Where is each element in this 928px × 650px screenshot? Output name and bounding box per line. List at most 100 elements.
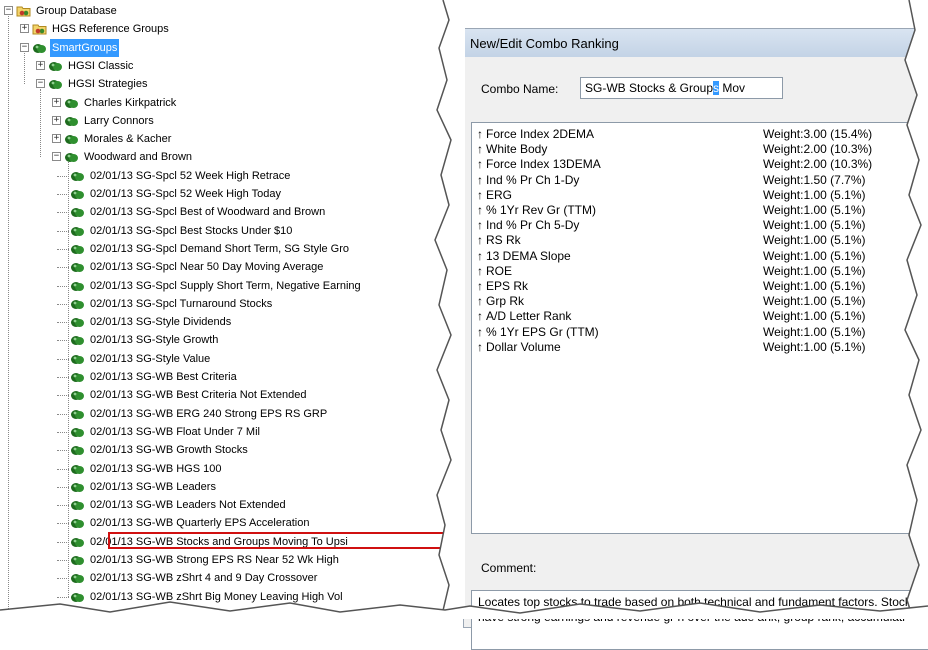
- tree-node-label: 02/01/13 SG-Spcl 52 Week High Today: [90, 188, 281, 200]
- ranking-factor-item[interactable]: ↑ Force Index 2DEMA Weight:3.00 (15.4%): [474, 127, 928, 142]
- ranking-factor-item[interactable]: ↑ A/D Letter Rank Weight:1.00 (5.1%): [474, 309, 928, 324]
- ranking-factor-item[interactable]: ↑ Force Index 13DEMA Weight:2.00 (10.3%): [474, 157, 928, 172]
- smartgroup-icon: [70, 463, 85, 475]
- tree-node[interactable]: 02/01/13 SG-Spcl Best of Woodward and Br…: [0, 203, 440, 221]
- ranking-factor-item[interactable]: ↑ White Body Weight:2.00 (10.3%): [474, 142, 928, 157]
- tree-node[interactable]: 02/01/13 SG-WB Leaders Not Extended: [0, 496, 440, 514]
- smartgroup-icon: [70, 426, 85, 438]
- ranking-factor-item[interactable]: ↑ RS Rk Weight:1.00 (5.1%): [474, 233, 928, 248]
- ranking-factor-item[interactable]: ↑% 1Yr EPS Gr (TTM) Weight:1.00 (5.1%): [474, 325, 928, 340]
- tree-node[interactable]: 02/01/13 SG-Spcl Near 50 Day Moving Aver…: [0, 258, 440, 276]
- tree-node-label: 02/01/13 SG-WB Float Under 7 Mil: [90, 425, 260, 438]
- tree-node[interactable]: 02/01/13 SG-WB HGS 100: [0, 460, 440, 478]
- up-arrow-icon: ↑: [477, 233, 483, 248]
- folder-group-icon: [16, 5, 31, 17]
- smartgroup-icon: [70, 280, 85, 292]
- up-arrow-icon: ↑: [477, 157, 483, 172]
- factor-weight: Weight:2.00 (10.3%): [763, 157, 873, 172]
- tree-node-label: HGSI Strategies: [68, 78, 148, 91]
- collapse-toggle-icon[interactable]: −: [36, 79, 45, 89]
- expand-toggle-icon[interactable]: +: [52, 134, 61, 144]
- tree-node[interactable]: 02/01/13 SG-Style Growth: [0, 331, 440, 349]
- up-arrow-icon: ↑: [477, 172, 483, 187]
- tree-node[interactable]: 02/01/13 SG-Style Dividends: [0, 313, 440, 331]
- expand-toggle-icon[interactable]: +: [52, 115, 61, 125]
- tree-node-label: 02/01/13 SG-Spcl Best of Woodward and Br…: [90, 206, 326, 219]
- combo-ranking-dialog: New/Edit Combo Ranking Combo Name: SG-WB…: [463, 28, 928, 650]
- tree-node[interactable]: + Charles Kirkpatrick: [0, 94, 440, 112]
- tree-node[interactable]: 02/01/13 SG-Spcl 52 Week High Today: [0, 185, 440, 203]
- smartgroup-icon: [64, 151, 79, 163]
- tree-node-label: 02/01/13 SG-WB HGS 100: [90, 462, 222, 475]
- collapse-toggle-icon[interactable]: −: [4, 6, 13, 15]
- tree-node[interactable]: 02/01/13 SG-WB Best Criteria: [0, 368, 440, 386]
- combo-name-input[interactable]: SG-WB Stocks & Groups Mov: [580, 77, 783, 99]
- tree-node-label: 02/01/13 SG-WB Leaders Not Extended: [90, 499, 286, 512]
- tree-node[interactable]: 02/01/13 SG-Spcl Best Stocks Under $10: [0, 222, 440, 240]
- tree-node-label: 02/01/13 SG-Spcl 52 Week High Retrace: [90, 169, 291, 182]
- smartgroup-icon: [70, 243, 85, 255]
- smartgroup-icon: [70, 572, 85, 584]
- smartgroup-icon: [70, 444, 85, 456]
- tree-node[interactable]: + Larry Connors: [0, 112, 440, 130]
- tree-node[interactable]: + HGSI Classic: [0, 57, 440, 75]
- factor-name: 13 DEMA Slope: [486, 248, 571, 263]
- smartgroup-icon: [70, 261, 85, 273]
- tree-node-label: 02/01/13 SG-Spcl Turnaround Stocks: [90, 297, 273, 310]
- tree-node[interactable]: 02/01/13 SG-WB Leaders: [0, 478, 440, 496]
- tree-node[interactable]: 02/01/13 SG-Spcl Supply Short Term, Nega…: [0, 277, 440, 295]
- ranking-factor-item[interactable]: ↑ ERG Weight:1.00 (5.1%): [474, 188, 928, 203]
- tree-node-label: 02/01/13 SG-Spcl Demand Short Term, SG S…: [90, 242, 350, 255]
- ranking-factor-item[interactable]: ↑ Grp Rk Weight:1.00 (5.1%): [474, 294, 928, 309]
- collapse-toggle-icon[interactable]: −: [20, 42, 29, 52]
- tree-node-label: 02/01/13 SG-Style Value: [90, 352, 211, 365]
- factor-weight: Weight:2.00 (10.3%): [763, 142, 873, 157]
- ranking-factor-item[interactable]: ↑% 1Yr Rev Gr (TTM) Weight:1.00 (5.1%): [474, 203, 928, 218]
- tree-node[interactable]: 02/01/13 SG-WB zShrt 4 and 9 Day Crossov…: [0, 569, 440, 587]
- tree-node[interactable]: − HGSI Strategies: [0, 75, 440, 93]
- tree-node[interactable]: − Group Database: [0, 2, 440, 20]
- collapse-toggle-icon[interactable]: −: [52, 152, 61, 162]
- expand-toggle-icon[interactable]: +: [20, 24, 29, 34]
- smartgroup-icon: [70, 353, 85, 365]
- expand-toggle-icon[interactable]: +: [36, 60, 45, 70]
- tree-node[interactable]: − SmartGroups: [0, 38, 440, 57]
- factor-name: Grp Rk: [486, 294, 525, 309]
- ranking-factor-item[interactable]: ↑ EPS Rk Weight:1.00 (5.1%): [474, 279, 928, 294]
- up-arrow-icon: ↑: [477, 309, 483, 324]
- expand-toggle-icon[interactable]: +: [52, 97, 61, 107]
- up-arrow-icon: ↑: [477, 263, 483, 278]
- tree-node[interactable]: 02/01/13 SG-WB Strong EPS RS Near 52 Wk …: [0, 551, 440, 569]
- smartgroup-icon: [32, 42, 47, 54]
- tree-node[interactable]: 02/01/13 SG-WB Best Criteria Not Extende…: [0, 386, 440, 404]
- tree-node[interactable]: 02/01/13 SG-WB Quarterly EPS Acceleratio…: [0, 514, 440, 532]
- smartgroup-icon: [70, 316, 85, 328]
- tree-node[interactable]: − Woodward and Brown: [0, 148, 440, 166]
- tree-node[interactable]: + HGS Reference Groups: [0, 20, 440, 38]
- ranking-factor-item[interactable]: ↑ Ind % Pr Ch 1-Dy Weight:1.50 (7.7%): [474, 173, 928, 188]
- ranking-factor-item[interactable]: ↑ Dollar Volume Weight:1.00 (5.1%): [474, 340, 928, 355]
- smartgroup-icon: [70, 517, 85, 529]
- tree-node-label: 02/01/13 SG-WB Strong EPS RS Near 52 Wk …: [90, 554, 339, 566]
- tree-node[interactable]: 02/01/13 SG-WB Float Under 7 Mil: [0, 423, 440, 441]
- ranking-factor-item[interactable]: ↑ 13 DEMA Slope Weight:1.00 (5.1%): [474, 249, 928, 264]
- smartgroup-icon: [48, 78, 63, 90]
- factor-weight: Weight:1.00 (5.1%): [763, 233, 866, 248]
- tree-node[interactable]: 02/01/13 SG-WB Growth Stocks: [0, 441, 440, 459]
- tree-node[interactable]: + Morales & Kacher: [0, 130, 440, 148]
- factor-name: Dollar Volume: [486, 339, 561, 354]
- smartgroup-icon: [64, 115, 79, 127]
- factor-weight: Weight:1.00 (5.1%): [763, 218, 866, 233]
- group-tree[interactable]: − Group Database + HGS Reference Groups − Sma…: [0, 0, 445, 619]
- tree-node[interactable]: 02/01/13 SG-Spcl Demand Short Term, SG S…: [0, 240, 440, 258]
- dialog-titlebar[interactable]: New/Edit Combo Ranking: [464, 29, 928, 57]
- tree-node[interactable]: 02/01/13 SG-Spcl 52 Week High Retrace: [0, 167, 440, 185]
- ranking-factor-item[interactable]: ↑ Ind % Pr Ch 5-Dy Weight:1.00 (5.1%): [474, 218, 928, 233]
- tree-node[interactable]: 02/01/13 SG-Style Value: [0, 350, 440, 368]
- ranking-factor-item[interactable]: ↑ ROE Weight:1.00 (5.1%): [474, 264, 928, 279]
- tree-node[interactable]: 02/01/13 SG-Spcl Turnaround Stocks: [0, 295, 440, 313]
- smartgroup-icon: [70, 188, 85, 200]
- factor-name: % 1Yr EPS Gr (TTM): [486, 324, 599, 339]
- tree-node[interactable]: 02/01/13 SG-WB ERG 240 Strong EPS RS GRP: [0, 405, 440, 423]
- ranking-factor-list[interactable]: ↑ Force Index 2DEMA Weight:3.00 (15.4%) ↑ Wh…: [471, 122, 928, 534]
